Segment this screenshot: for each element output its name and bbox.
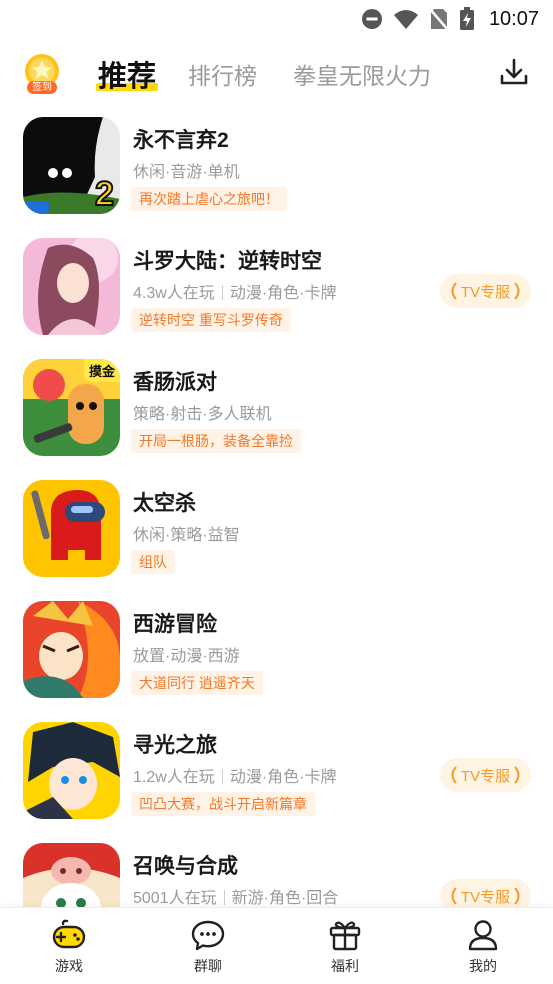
nav-welfare[interactable]: 福利 bbox=[305, 918, 385, 976]
chat-icon bbox=[191, 920, 225, 951]
tv-server-badge: TV专服 bbox=[440, 879, 531, 907]
game-item[interactable]: 召唤与合成 5001人在玩 新游·角色·回合 TV专服 bbox=[0, 840, 553, 907]
game-meta: 休闲·策略·益智 bbox=[133, 521, 240, 545]
wifi-icon bbox=[393, 10, 418, 29]
download-icon bbox=[500, 58, 528, 85]
laurel-right-icon bbox=[514, 766, 520, 784]
game-player-count: 5001人在玩 bbox=[133, 890, 217, 907]
top-tab-bar: 签到 推荐 排行榜 拳皇无限火力 bbox=[0, 45, 553, 101]
game-meta: 休闲·音游·单机 bbox=[133, 158, 240, 182]
game-tagline: 凹凸大赛，战斗开启新篇章 bbox=[131, 792, 315, 816]
game-list: 2 永不言弃2 休闲·音游·单机 再次踏上虐心之旅吧！ 斗罗大陆：逆转时空 4.… bbox=[0, 114, 553, 907]
game-icon-douluodalu bbox=[23, 238, 120, 335]
tab-label: 推荐 bbox=[98, 61, 157, 93]
download-button[interactable] bbox=[499, 57, 529, 87]
game-icon-zhaohuanyuhecheng bbox=[23, 843, 120, 907]
game-title: 斗罗大陆：逆转时空 bbox=[133, 250, 322, 273]
game-tagline: 再次踏上虐心之旅吧！ bbox=[131, 187, 287, 211]
tv-badge-label: TV专服 bbox=[460, 767, 511, 785]
game-icon-xiyoumaoxian bbox=[23, 601, 120, 698]
status-bar: 10:07 bbox=[0, 0, 553, 38]
game-player-count: 4.3w人在玩 bbox=[133, 285, 215, 302]
tab-kof[interactable]: 拳皇无限火力 bbox=[293, 57, 431, 91]
laurel-left-icon bbox=[451, 282, 457, 300]
game-meta: 1.2w人在玩 动漫·角色·卡牌 bbox=[133, 763, 336, 787]
icon-corner-badge: 摸金 bbox=[83, 359, 120, 382]
game-genres: 动漫·角色·卡牌 bbox=[229, 769, 337, 786]
game-item[interactable]: 斗罗大陆：逆转时空 4.3w人在玩 动漫·角色·卡牌 逆转时空 重写斗罗传奇 TV… bbox=[0, 235, 553, 356]
game-player-count: 1.2w人在玩 bbox=[133, 769, 215, 786]
gift-icon bbox=[329, 921, 361, 951]
nav-games[interactable]: 游戏 bbox=[29, 918, 109, 976]
nav-group-chat[interactable]: 群聊 bbox=[168, 918, 248, 976]
nav-label: 游戏 bbox=[55, 958, 83, 974]
no-sim-icon bbox=[428, 8, 449, 31]
do-not-disturb-icon bbox=[361, 9, 382, 29]
tab-recommend[interactable]: 推荐 bbox=[96, 53, 159, 95]
game-item[interactable]: 寻光之旅 1.2w人在玩 动漫·角色·卡牌 凹凸大赛，战斗开启新篇章 TV专服 bbox=[0, 719, 553, 840]
tab-ranking[interactable]: 排行榜 bbox=[188, 57, 257, 91]
nav-label: 群聊 bbox=[194, 958, 222, 974]
game-title: 香肠派对 bbox=[133, 371, 217, 394]
game-genres: 放置·动漫·西游 bbox=[133, 648, 240, 665]
game-icon-xunguangzhilv bbox=[23, 722, 120, 819]
tv-server-badge: TV专服 bbox=[440, 758, 531, 792]
nav-label: 福利 bbox=[331, 958, 359, 974]
signin-label: 签到 bbox=[32, 82, 52, 93]
battery-charging-icon bbox=[459, 7, 474, 30]
game-title: 召唤与合成 bbox=[133, 855, 238, 878]
tv-badge-label: TV专服 bbox=[460, 888, 511, 906]
game-meta: 放置·动漫·西游 bbox=[133, 642, 240, 666]
game-title: 寻光之旅 bbox=[133, 734, 217, 757]
laurel-left-icon bbox=[451, 766, 457, 784]
user-icon bbox=[468, 920, 498, 951]
laurel-right-icon bbox=[514, 282, 520, 300]
game-genres: 动漫·角色·卡牌 bbox=[229, 285, 337, 302]
game-genres: 新游·角色·回合 bbox=[231, 890, 339, 907]
status-time: 10:07 bbox=[488, 7, 539, 30]
meta-divider bbox=[221, 769, 223, 784]
meta-divider bbox=[223, 890, 225, 905]
tv-server-badge: TV专服 bbox=[440, 274, 531, 308]
laurel-right-icon bbox=[514, 887, 520, 905]
game-tagline: 大道同行 逍遥齐天 bbox=[131, 671, 263, 695]
nav-profile[interactable]: 我的 bbox=[443, 918, 523, 976]
game-item[interactable]: 太空杀 休闲·策略·益智 组队 bbox=[0, 477, 553, 598]
meta-divider bbox=[221, 285, 223, 300]
game-icon-taikongsha bbox=[23, 480, 120, 577]
game-item[interactable]: 2 永不言弃2 休闲·音游·单机 再次踏上虐心之旅吧！ bbox=[0, 114, 553, 235]
game-tagline: 开局一根肠，装备全靠捡 bbox=[131, 429, 301, 453]
game-tagline: 逆转时空 重写斗罗传奇 bbox=[131, 308, 291, 332]
game-title: 永不言弃2 bbox=[133, 129, 229, 152]
game-genres: 策略·射击·多人联机 bbox=[133, 406, 272, 423]
signin-button[interactable]: 签到 bbox=[22, 52, 62, 94]
game-item[interactable]: 摸金 香肠派对 策略·射击·多人联机 开局一根肠，装备全靠捡 bbox=[0, 356, 553, 477]
game-icon-yongbuyanqi2: 2 bbox=[23, 117, 120, 214]
game-meta: 5001人在玩 新游·角色·回合 bbox=[133, 884, 338, 907]
game-tagline: 组队 bbox=[131, 550, 175, 574]
laurel-left-icon bbox=[451, 887, 457, 905]
tv-badge-label: TV专服 bbox=[460, 283, 511, 301]
nav-label: 我的 bbox=[469, 958, 497, 974]
game-meta: 策略·射击·多人联机 bbox=[133, 400, 272, 424]
gamepad-icon bbox=[52, 919, 86, 949]
game-genres: 休闲·音游·单机 bbox=[133, 164, 240, 181]
game-meta: 4.3w人在玩 动漫·角色·卡牌 bbox=[133, 279, 336, 303]
tab-label: 拳皇无限火力 bbox=[293, 63, 431, 89]
game-item[interactable]: 西游冒险 放置·动漫·西游 大道同行 逍遥齐天 bbox=[0, 598, 553, 719]
svg-text:2: 2 bbox=[95, 175, 114, 213]
bottom-navigation: 游戏 群聊 福利 我的 bbox=[0, 907, 553, 984]
game-icon-xiangchangpaidui: 摸金 bbox=[23, 359, 120, 456]
game-title: 太空杀 bbox=[133, 492, 196, 515]
game-genres: 休闲·策略·益智 bbox=[133, 527, 240, 544]
tab-label: 排行榜 bbox=[188, 63, 257, 89]
game-title: 西游冒险 bbox=[133, 613, 217, 636]
